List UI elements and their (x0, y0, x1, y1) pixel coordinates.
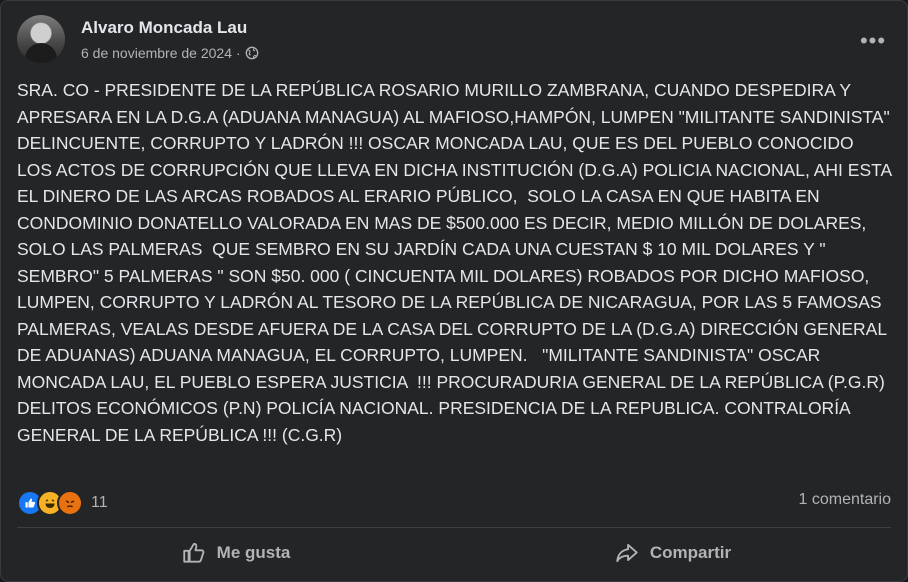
post-date[interactable]: 6 de noviembre de 2024 (81, 45, 232, 61)
comments-count-link[interactable]: 1 comentario (799, 491, 892, 509)
post-meta: 6 de noviembre de 2024 · (81, 45, 259, 61)
like-button[interactable]: Me gusta (17, 531, 454, 575)
reactions-summary[interactable]: 11 (17, 489, 108, 517)
divider (17, 527, 891, 528)
reaction-count: 11 (91, 494, 108, 511)
thumbs-up-icon (182, 542, 205, 563)
avatar[interactable] (17, 15, 65, 63)
post-text: SRA. CO - PRESIDENTE DE LA REPÚBLICA ROS… (17, 80, 900, 445)
angry-icon (57, 490, 83, 516)
post-card: Alvaro Moncada Lau 6 de noviembre de 202… (0, 0, 908, 582)
author-name[interactable]: Alvaro Moncada Lau (81, 18, 247, 38)
share-icon (616, 543, 638, 563)
share-button[interactable]: Compartir (454, 531, 891, 575)
globe-icon (245, 46, 259, 60)
more-options-icon[interactable]: ••• (855, 23, 891, 59)
post-header: Alvaro Moncada Lau 6 de noviembre de 202… (17, 15, 891, 63)
meta-separator: · (236, 45, 241, 61)
like-button-label: Me gusta (216, 543, 291, 562)
share-button-label: Compartir (649, 543, 732, 562)
action-bar: Me gusta Compartir (17, 531, 891, 575)
